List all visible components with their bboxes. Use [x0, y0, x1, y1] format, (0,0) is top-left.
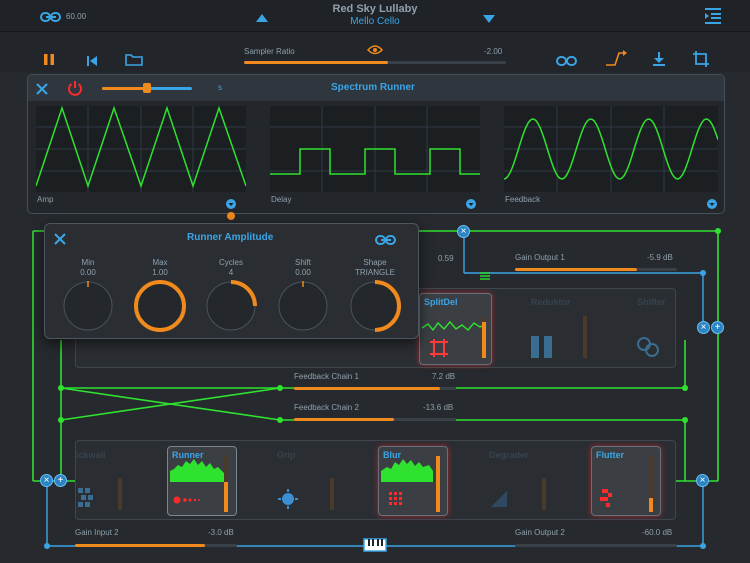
module-blur-label: Blur	[383, 450, 401, 460]
gain-output-2-slider[interactable]	[515, 544, 677, 547]
shifter-icon	[636, 335, 660, 364]
grip-icon	[277, 488, 299, 515]
reduktor-level	[583, 316, 587, 358]
mixer-icon[interactable]	[479, 268, 491, 286]
gain-output-2-value: -60.0 dB	[642, 528, 673, 537]
bottom-module-rack	[75, 440, 676, 520]
feedback-chain-2-label: Feedback Chain 2	[294, 403, 359, 412]
connector-dot[interactable]	[700, 543, 706, 549]
knob-shift[interactable]	[275, 278, 331, 334]
module-splitdel-label: SplitDel	[424, 297, 458, 307]
gain-output-1-value: -5.9 dB	[647, 253, 673, 262]
knob-min-value: 0.00	[80, 268, 96, 277]
mix-value: 0.59	[438, 254, 454, 263]
module-flutter-label: Flutter	[596, 450, 624, 460]
knob-cycles-label: Cycles	[218, 258, 243, 267]
popup-link-icon[interactable]	[375, 233, 397, 251]
knob-shape[interactable]	[347, 278, 403, 334]
popup-title: Runner Amplitude	[187, 232, 274, 243]
degrader-icon	[488, 488, 510, 515]
feedback-chain-1-label: Feedback Chain 1	[294, 372, 359, 381]
degrader-level	[542, 478, 546, 510]
popup-close-icon[interactable]	[54, 232, 66, 250]
brickwall-icon	[77, 486, 97, 513]
module-shifter-label: Shifter	[637, 297, 666, 307]
connector-dot[interactable]	[58, 417, 64, 423]
module-runner-label: Runner	[172, 450, 204, 460]
connector-dot[interactable]	[44, 543, 50, 549]
gain-input-2-label: Gain Input 2	[75, 528, 119, 537]
node-add-left-icon[interactable]: +	[54, 474, 67, 487]
connector-dot[interactable]	[277, 417, 283, 423]
node-remove-bottom-icon[interactable]: ×	[696, 474, 709, 487]
gain-output-1-label: Gain Output 1	[515, 253, 565, 262]
knob-shift-value: 0.00	[295, 268, 311, 277]
keyboard-icon[interactable]	[363, 538, 387, 557]
node-remove-right-icon[interactable]: ×	[697, 321, 710, 334]
brickwall-level	[118, 478, 122, 510]
gain-input-2-slider[interactable]	[75, 544, 237, 547]
connector-dot[interactable]	[715, 228, 721, 234]
feedback-chain-1-value: 7.2 dB	[432, 372, 456, 381]
knob-max-value: 1.00	[152, 268, 168, 277]
node-remove-top-icon[interactable]: ×	[457, 225, 470, 238]
feedback-chain-2-slider[interactable]	[294, 418, 456, 421]
module-grip-label: Grip	[277, 450, 296, 460]
feedback-chain-2-value: -13.6 dB	[423, 403, 454, 412]
gain-output-1-slider[interactable]	[515, 268, 677, 271]
module-reduktor-label: Reduktor	[531, 297, 571, 307]
connector-dot[interactable]	[682, 417, 688, 423]
knob-shape-value: TRIANGLE	[354, 268, 395, 277]
reduktor-icon	[529, 334, 555, 365]
gain-output-2-label: Gain Output 2	[515, 528, 565, 537]
module-degrader-label: Degrader	[489, 450, 529, 460]
knob-max[interactable]	[132, 278, 188, 334]
connector-dot[interactable]	[682, 385, 688, 391]
connector-dot[interactable]	[277, 385, 283, 391]
feedback-chain-1-slider[interactable]	[294, 387, 456, 390]
knob-min-label: Min	[81, 258, 95, 267]
knob-shift-label: Shift	[294, 258, 311, 267]
connector-dot[interactable]	[58, 385, 64, 391]
knob-shape-label: Shape	[363, 258, 387, 267]
knob-cycles-value: 4	[228, 268, 234, 277]
node-remove-left-icon[interactable]: ×	[40, 474, 53, 487]
grip-level	[330, 478, 334, 510]
knob-max-label: Max	[152, 258, 168, 267]
gain-input-2-value: -3.0 dB	[208, 528, 234, 537]
knob-cycles[interactable]	[203, 278, 259, 334]
node-add-right-icon[interactable]: +	[711, 321, 724, 334]
connector-dot[interactable]	[700, 270, 706, 276]
module-brickwall-label: ickwall	[76, 450, 106, 460]
knob-min[interactable]	[60, 278, 116, 334]
